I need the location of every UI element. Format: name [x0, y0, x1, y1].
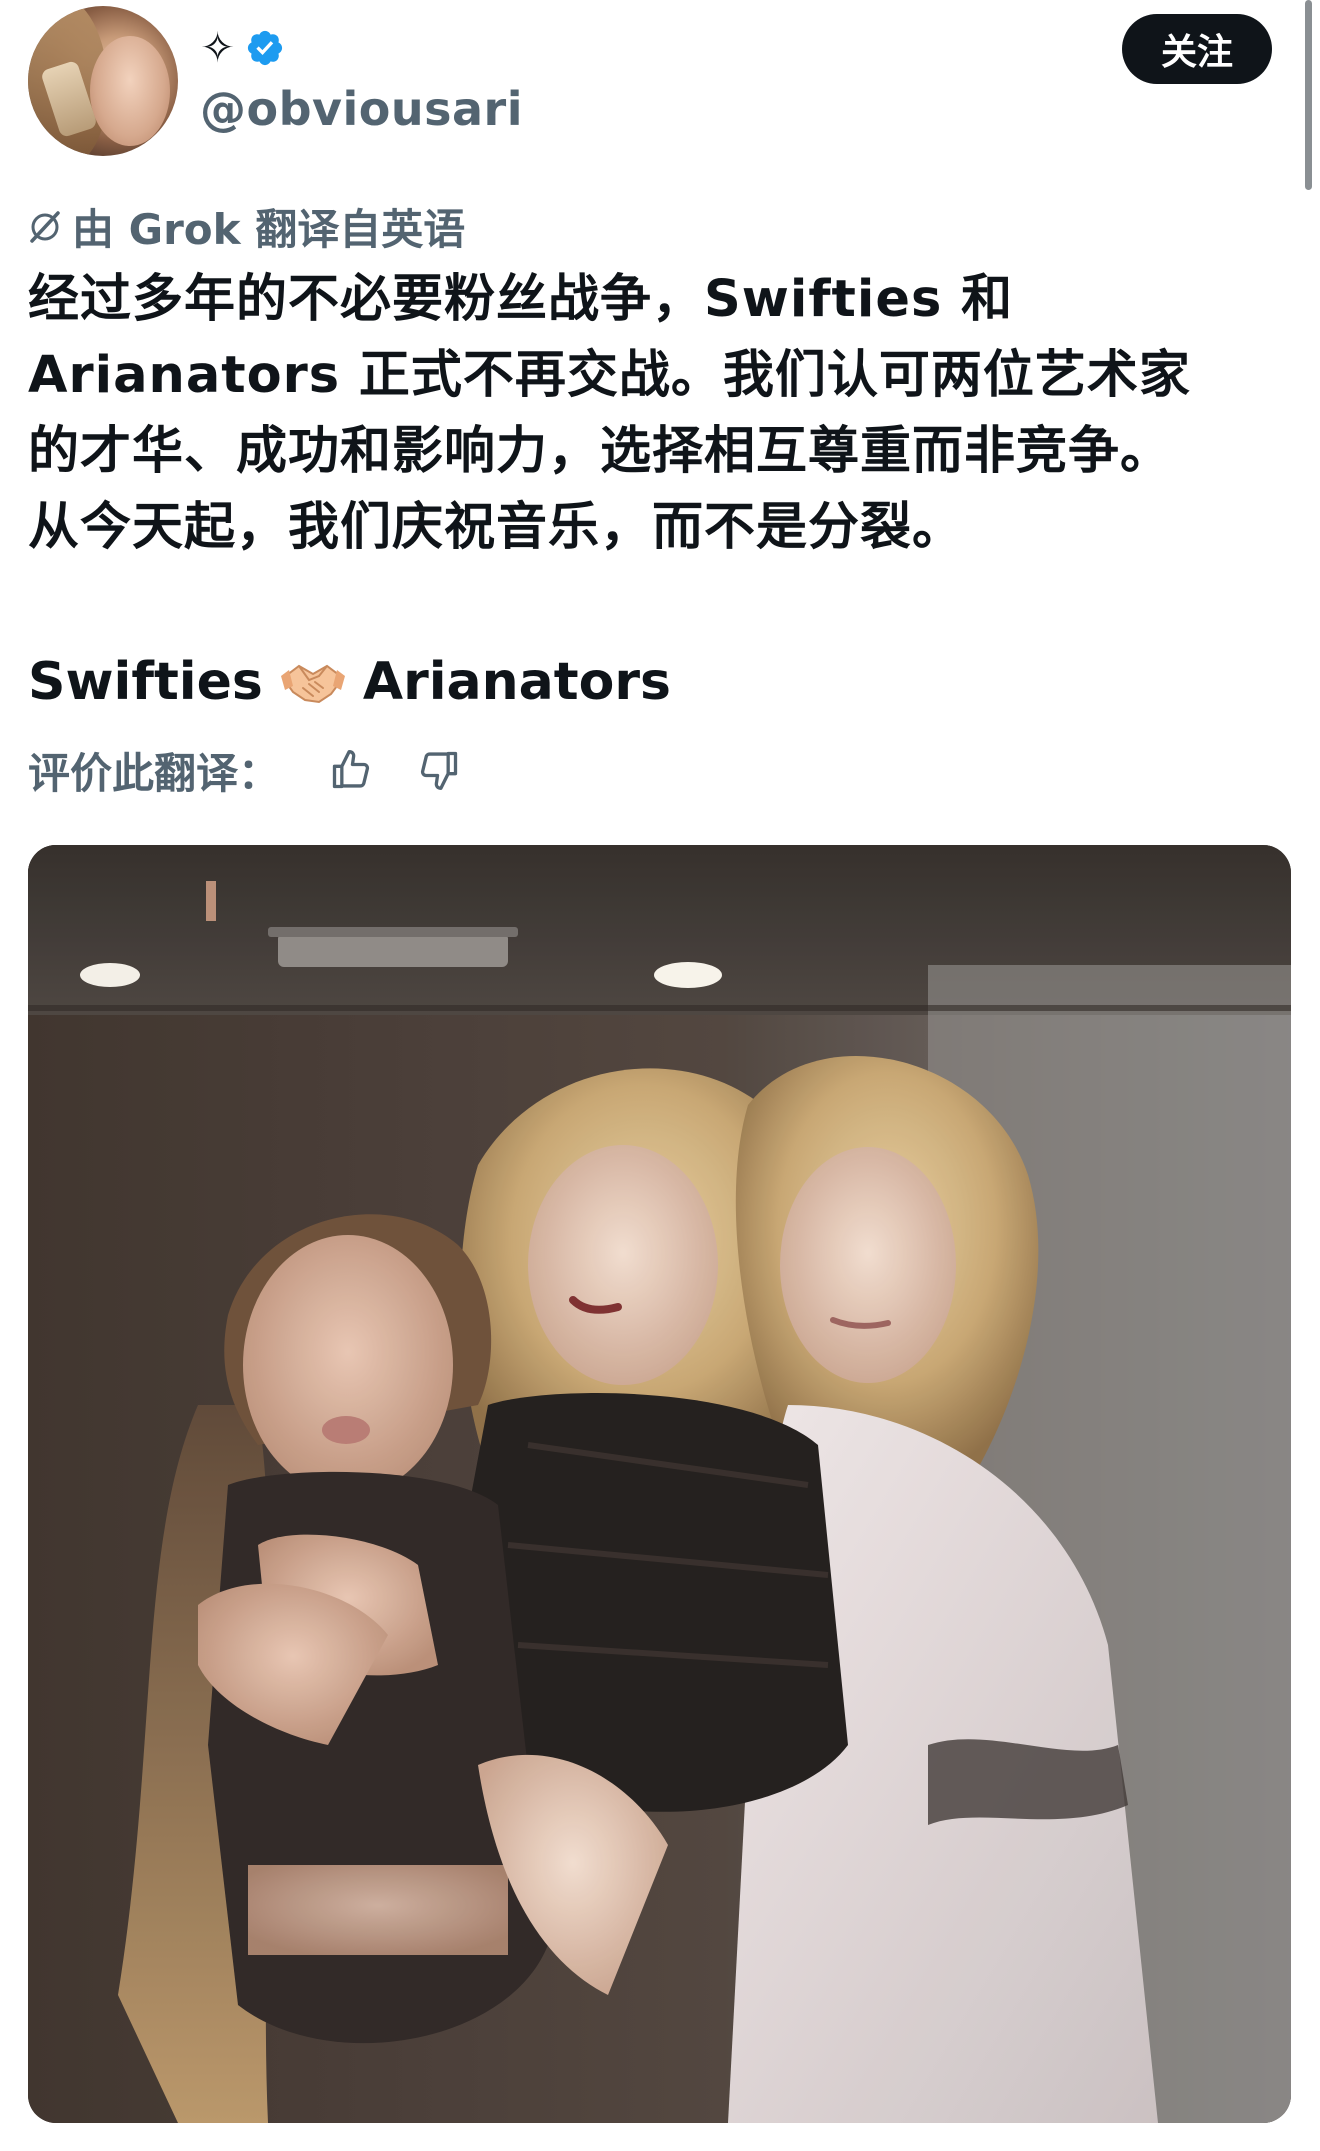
- grok-icon: [28, 210, 62, 244]
- thumbs-down-icon[interactable]: [404, 740, 474, 800]
- tweet-line: 的才华、成功和影响力，选择相互尊重而非竞争。: [28, 422, 1173, 481]
- avatar[interactable]: [28, 6, 178, 156]
- avatar-face: [90, 36, 170, 146]
- bottom-divider: [0, 2132, 1320, 2151]
- translation-note: 由 Grok 翻译自英语: [28, 196, 465, 257]
- rate-translation: 评价此翻译：: [28, 740, 492, 800]
- thumbs-up-icon[interactable]: [316, 740, 386, 800]
- tweet-line: 从今天起，我们庆祝音乐，而不是分裂。: [28, 498, 965, 557]
- post: ✧ @obviousari 关注 由 Grok 翻译自英语 经过多年的不必要粉丝…: [0, 0, 1320, 2151]
- tweet-photo[interactable]: [28, 845, 1291, 2123]
- tweet-text: 经过多年的不必要粉丝战争，Swifties 和 Arianators 正式不再交…: [28, 262, 1278, 566]
- verified-badge-icon: [245, 28, 285, 68]
- tweet-tagline: Swifties Arianators: [28, 650, 671, 714]
- tagline-left: Swifties: [28, 652, 263, 712]
- photo-image: [28, 845, 1291, 2123]
- tweet-line: 经过多年的不必要粉丝战争，Swifties 和: [28, 270, 1014, 329]
- tweet-line: Arianators 正式不再交战。我们认可两位艺术家: [28, 346, 1191, 405]
- scrollbar[interactable]: [1305, 0, 1312, 190]
- user-handle[interactable]: @obviousari: [200, 82, 523, 136]
- handshake-icon: [279, 656, 347, 708]
- translation-note-text: 由 Grok 翻译自英语: [72, 205, 466, 254]
- follow-button[interactable]: 关注: [1122, 14, 1272, 84]
- display-name-row[interactable]: ✧: [200, 22, 285, 74]
- sparkle-icon: ✧: [200, 23, 236, 72]
- tagline-right: Arianators: [362, 652, 671, 712]
- rate-translation-label: 评价此翻译：: [28, 748, 281, 798]
